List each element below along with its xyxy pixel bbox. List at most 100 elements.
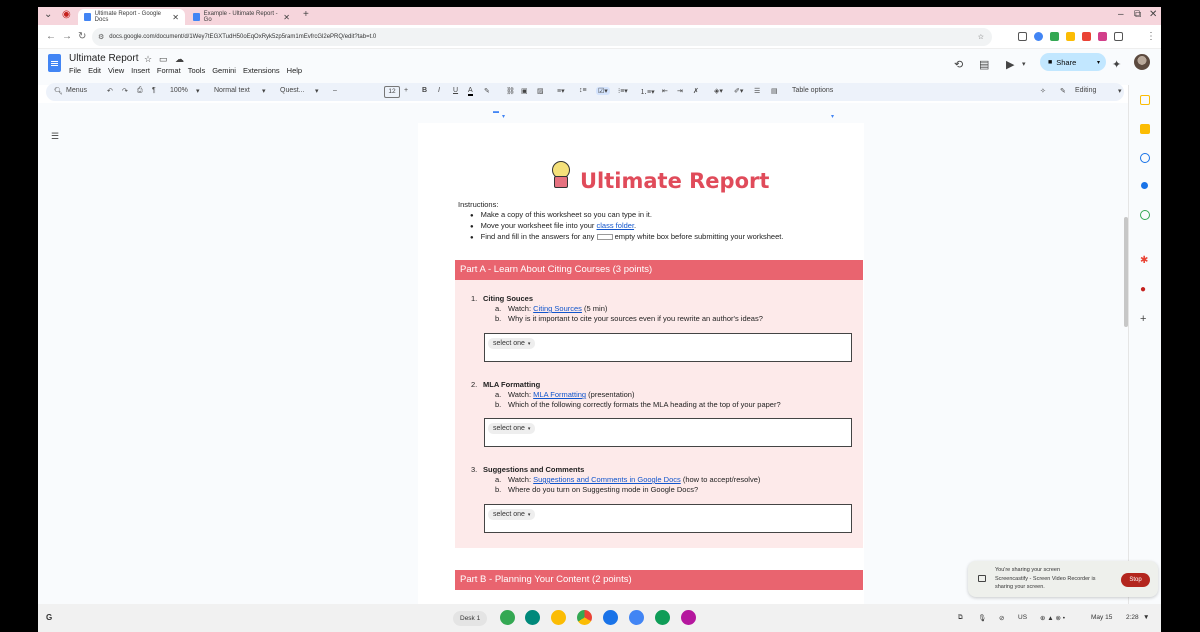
checklist-icon[interactable]: ☑▾: [596, 87, 610, 95]
italic-icon[interactable]: I: [438, 87, 440, 94]
zoom-dropdown-icon[interactable]: ▾: [196, 87, 200, 95]
undo-icon[interactable]: ↶: [107, 87, 113, 95]
close-tab-icon[interactable]: ✕: [283, 13, 290, 22]
launcher-icon[interactable]: G: [46, 613, 56, 623]
menu-help[interactable]: Help: [287, 66, 302, 75]
locale-indicator[interactable]: US: [1018, 614, 1027, 621]
calendar-icon[interactable]: [1140, 95, 1150, 105]
search-menus-icon[interactable]: 🔍︎: [54, 87, 63, 95]
restore-icon[interactable]: ⧉: [1134, 9, 1141, 20]
mic-icon[interactable]: 🎙︎: [978, 614, 986, 622]
wifi-icon[interactable]: ▼: [1143, 614, 1149, 621]
extension-pen-icon[interactable]: [1082, 32, 1091, 41]
increase-indent-icon[interactable]: ⇥: [677, 87, 683, 95]
minimize-icon[interactable]: –: [1118, 9, 1124, 20]
mic-addon-icon[interactable]: ●: [1140, 284, 1150, 295]
clock[interactable]: 2:28: [1126, 614, 1139, 621]
select-one-dropdown[interactable]: select one ▾: [488, 423, 536, 434]
style-dropdown-icon[interactable]: ▾: [262, 87, 266, 95]
increase-font-icon[interactable]: +: [404, 87, 408, 94]
desk-switcher[interactable]: Desk 1: [453, 611, 488, 626]
paint-format-icon[interactable]: ¶: [152, 87, 156, 94]
extension-pencil-icon[interactable]: [1066, 32, 1075, 41]
select-one-dropdown[interactable]: select one ▾: [488, 338, 536, 349]
screenshot-icon[interactable]: ⧉: [958, 614, 963, 622]
stop-sharing-button[interactable]: Stop: [1121, 573, 1150, 587]
decrease-indent-icon[interactable]: ⇤: [662, 87, 668, 95]
menu-tools[interactable]: Tools: [188, 66, 206, 75]
font-size-input[interactable]: 12: [384, 86, 400, 98]
keep-icon[interactable]: [1140, 124, 1150, 134]
asterisk-addon-icon[interactable]: ✱: [1140, 255, 1150, 266]
editing-mode-select[interactable]: Editing: [1075, 87, 1096, 94]
back-icon[interactable]: ←: [46, 31, 56, 42]
menu-extensions[interactable]: Extensions: [243, 66, 280, 75]
bold-icon[interactable]: B: [422, 87, 427, 94]
menu-file[interactable]: File: [69, 66, 81, 75]
menu-view[interactable]: View: [108, 66, 124, 75]
files-app-icon[interactable]: [603, 610, 618, 625]
menu-gemini[interactable]: Gemini: [212, 66, 236, 75]
search-menus-label[interactable]: Menus: [66, 87, 87, 94]
tab-ultimate-report[interactable]: Ultimate Report - Google Docs ✕: [78, 9, 185, 25]
align-icon[interactable]: ≡▾: [557, 87, 565, 95]
bullet-list-icon[interactable]: ⁝≡▾: [618, 87, 628, 95]
redo-icon[interactable]: ↷: [122, 87, 128, 95]
insert-image-icon[interactable]: ▨: [537, 87, 544, 95]
border-width-icon[interactable]: ☰: [754, 87, 760, 95]
star-icon[interactable]: ☆: [144, 54, 152, 65]
suggestions-comments-link[interactable]: Suggestions and Comments in Google Docs: [533, 475, 681, 484]
share-button[interactable]: ■ Share ▾: [1040, 53, 1106, 71]
meet-icon[interactable]: ▶: [1006, 58, 1014, 71]
style-select[interactable]: Normal text: [214, 87, 250, 94]
select-one-dropdown[interactable]: select one ▾: [488, 509, 536, 520]
phone-app-icon[interactable]: [500, 610, 515, 625]
extensions-puzzle-icon[interactable]: [1114, 32, 1123, 41]
bookmark-star-icon[interactable]: ☆: [978, 33, 984, 41]
clear-formatting-icon[interactable]: ✗: [693, 87, 699, 95]
ruler-left-margin-marker[interactable]: ▾: [502, 113, 505, 120]
site-info-icon[interactable]: ⚙: [98, 33, 104, 41]
docs-logo-icon[interactable]: [48, 54, 61, 72]
insert-link-icon[interactable]: ⛓: [506, 87, 515, 95]
extension-google-icon[interactable]: [1034, 32, 1043, 41]
chrome-app-icon[interactable]: [577, 610, 592, 625]
table-options-button[interactable]: Table options: [792, 87, 833, 94]
menu-edit[interactable]: Edit: [88, 66, 101, 75]
editing-pencil-icon[interactable]: ✎: [1060, 87, 1066, 95]
border-color-icon[interactable]: ✐▾: [734, 87, 743, 95]
extension-shield-icon[interactable]: [1018, 32, 1027, 41]
add-comment-icon[interactable]: ▣: [521, 87, 528, 95]
date[interactable]: May 15: [1091, 614, 1112, 621]
fill-color-icon[interactable]: ◈▾: [714, 87, 723, 95]
meet-app-icon[interactable]: [525, 610, 540, 625]
answer-box-3[interactable]: select one ▾: [484, 504, 852, 533]
document-outline-icon[interactable]: ☰: [51, 131, 59, 142]
ruler-right-margin-marker[interactable]: ▾: [831, 113, 834, 120]
keep-app-icon[interactable]: [551, 610, 566, 625]
stop-recording-icon[interactable]: ⊘: [999, 614, 1004, 622]
mla-formatting-link[interactable]: MLA Formatting: [533, 390, 586, 399]
close-tab-icon[interactable]: ✕: [172, 13, 179, 22]
font-select[interactable]: Quest...: [280, 87, 305, 94]
zoom-select[interactable]: 100%: [170, 87, 188, 94]
cloud-saved-icon[interactable]: ☁: [175, 54, 184, 65]
ask-gemini-icon[interactable]: ✧: [1040, 87, 1046, 95]
move-folder-icon[interactable]: ▭: [159, 54, 168, 65]
underline-icon[interactable]: U: [453, 87, 458, 94]
url-field[interactable]: ⚙ docs.google.com/document/d/1Wey7tEGXTu…: [92, 28, 992, 46]
line-spacing-icon[interactable]: ↕≡: [579, 87, 587, 94]
sheets-app-icon[interactable]: [655, 610, 670, 625]
avatar[interactable]: [1134, 54, 1150, 70]
text-color-icon[interactable]: A: [468, 87, 473, 96]
extension-link-icon[interactable]: [1098, 32, 1107, 41]
tab-example-report[interactable]: Example - Ultimate Report - Go ✕: [187, 9, 296, 25]
print-icon[interactable]: ⎙: [137, 87, 143, 95]
share-dropdown-icon[interactable]: ▾: [1097, 59, 1100, 66]
doc-title[interactable]: Ultimate Report: [69, 53, 138, 64]
version-history-icon[interactable]: ⟲: [954, 58, 963, 71]
border-dash-icon[interactable]: ▤: [771, 87, 778, 95]
font-dropdown-icon[interactable]: ▾: [315, 87, 319, 95]
mode-dropdown-icon[interactable]: ▾: [1118, 87, 1122, 95]
play-store-icon[interactable]: [629, 610, 644, 625]
